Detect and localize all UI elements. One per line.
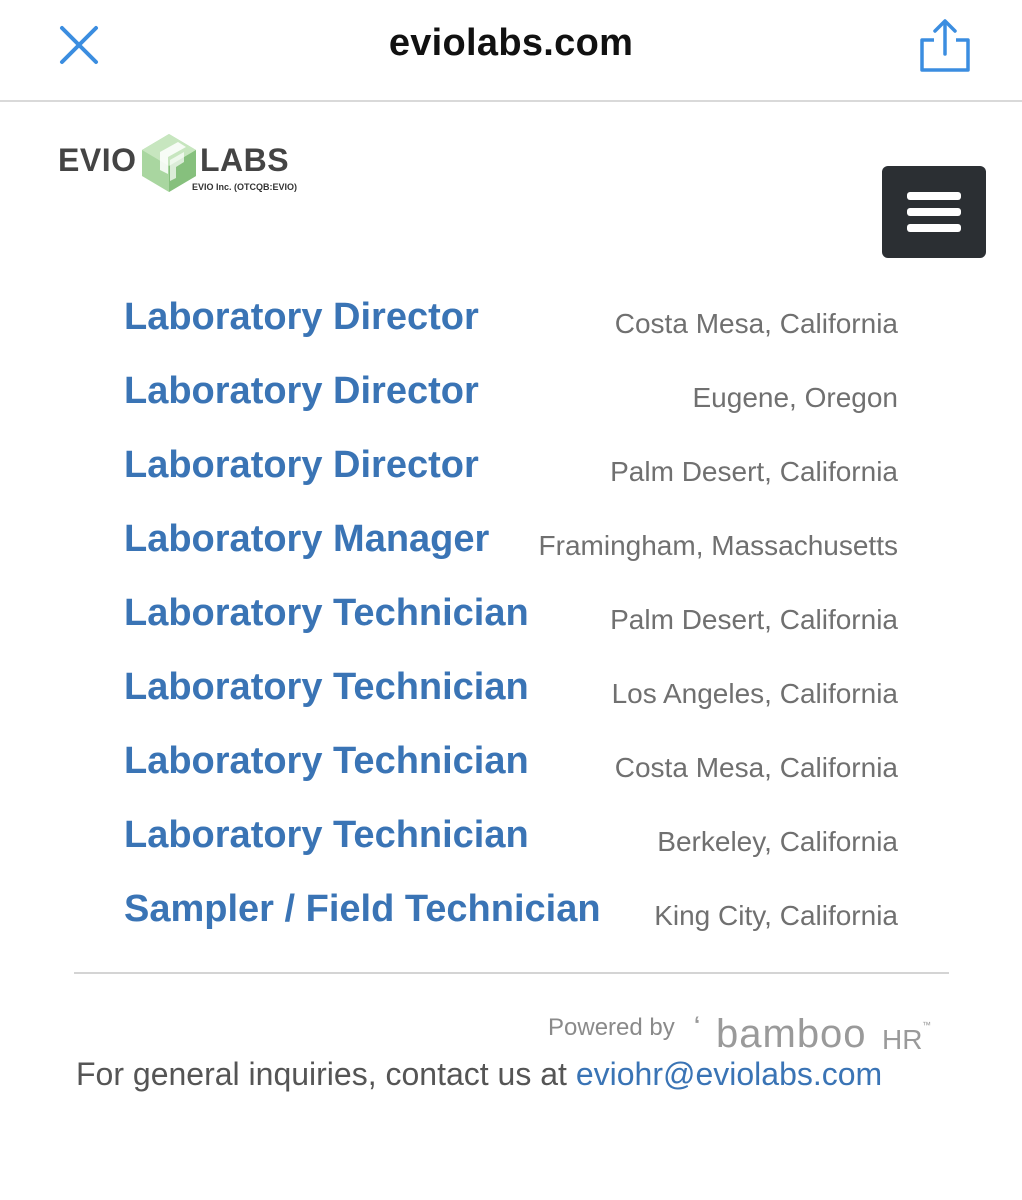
- job-row: Laboratory Director Palm Desert, Califor…: [0, 438, 1022, 512]
- bamboo-leaf-icon: ‘: [694, 1012, 701, 1037]
- job-row: Laboratory Director Eugene, Oregon: [0, 364, 1022, 438]
- contact-footer: For general inquiries, contact us at evi…: [76, 1056, 882, 1093]
- job-title-link[interactable]: Laboratory Director: [124, 296, 479, 339]
- hamburger-menu-icon: [907, 208, 961, 216]
- share-icon[interactable]: [914, 16, 974, 76]
- job-row: Sampler / Field Technician King City, Ca…: [0, 882, 1022, 956]
- job-row: Laboratory Technician Los Angeles, Calif…: [0, 660, 1022, 734]
- job-location: Framingham, Massachusetts: [538, 530, 898, 561]
- evio-labs-logo[interactable]: EVIO LABS EVIO Inc. (OTCQB:EVIO): [58, 128, 298, 198]
- job-row: Laboratory Director Costa Mesa, Californ…: [0, 290, 1022, 364]
- job-title-link[interactable]: Sampler / Field Technician: [124, 888, 601, 931]
- browser-toolbar: eviolabs.com: [0, 0, 1022, 102]
- contact-text: For general inquiries, contact us at: [76, 1056, 576, 1092]
- job-location: Costa Mesa, California: [614, 752, 898, 783]
- job-location: King City, California: [654, 900, 898, 931]
- job-title-link[interactable]: Laboratory Technician: [124, 592, 529, 635]
- job-location: Palm Desert, California: [610, 604, 898, 635]
- powered-by-bamboohr[interactable]: Powered by ‘ bamboo HR ™: [548, 1010, 948, 1056]
- job-title-link[interactable]: Laboratory Technician: [124, 814, 529, 857]
- job-title-link[interactable]: Laboratory Manager: [124, 518, 489, 561]
- job-title-link[interactable]: Laboratory Technician: [124, 740, 529, 783]
- hamburger-menu-button[interactable]: [882, 166, 986, 258]
- logo-subtitle: EVIO Inc. (OTCQB:EVIO): [192, 182, 298, 192]
- powered-by-label: Powered by: [548, 1014, 675, 1041]
- job-row: Laboratory Manager Framingham, Massachus…: [0, 512, 1022, 586]
- job-location: Costa Mesa, California: [614, 308, 898, 339]
- bamboohr-logo-hr: HR: [882, 1024, 923, 1055]
- hamburger-menu-icon: [907, 224, 961, 232]
- logo-word-right: LABS: [200, 142, 290, 178]
- job-location: Los Angeles, California: [611, 678, 898, 709]
- contact-email-link[interactable]: eviohr@eviolabs.com: [576, 1056, 882, 1092]
- hamburger-menu-icon: [907, 192, 961, 200]
- bamboohr-logo-word: bamboo: [716, 1012, 867, 1056]
- job-listings: Laboratory Director Costa Mesa, Californ…: [0, 290, 1022, 956]
- job-title-link[interactable]: Laboratory Director: [124, 370, 479, 413]
- section-divider: [74, 972, 949, 974]
- job-row: Laboratory Technician Costa Mesa, Califo…: [0, 734, 1022, 808]
- page-domain-title: eviolabs.com: [388, 22, 634, 64]
- job-row: Laboratory Technician Palm Desert, Calif…: [0, 586, 1022, 660]
- job-title-link[interactable]: Laboratory Technician: [124, 666, 529, 709]
- job-location: Eugene, Oregon: [692, 382, 899, 413]
- job-location: Berkeley, California: [657, 826, 898, 857]
- logo-word-left: EVIO: [58, 142, 137, 178]
- job-title-link[interactable]: Laboratory Director: [124, 444, 479, 487]
- job-row: Laboratory Technician Berkeley, Californ…: [0, 808, 1022, 882]
- bamboohr-trademark: ™: [922, 1020, 931, 1030]
- job-location: Palm Desert, California: [610, 456, 898, 487]
